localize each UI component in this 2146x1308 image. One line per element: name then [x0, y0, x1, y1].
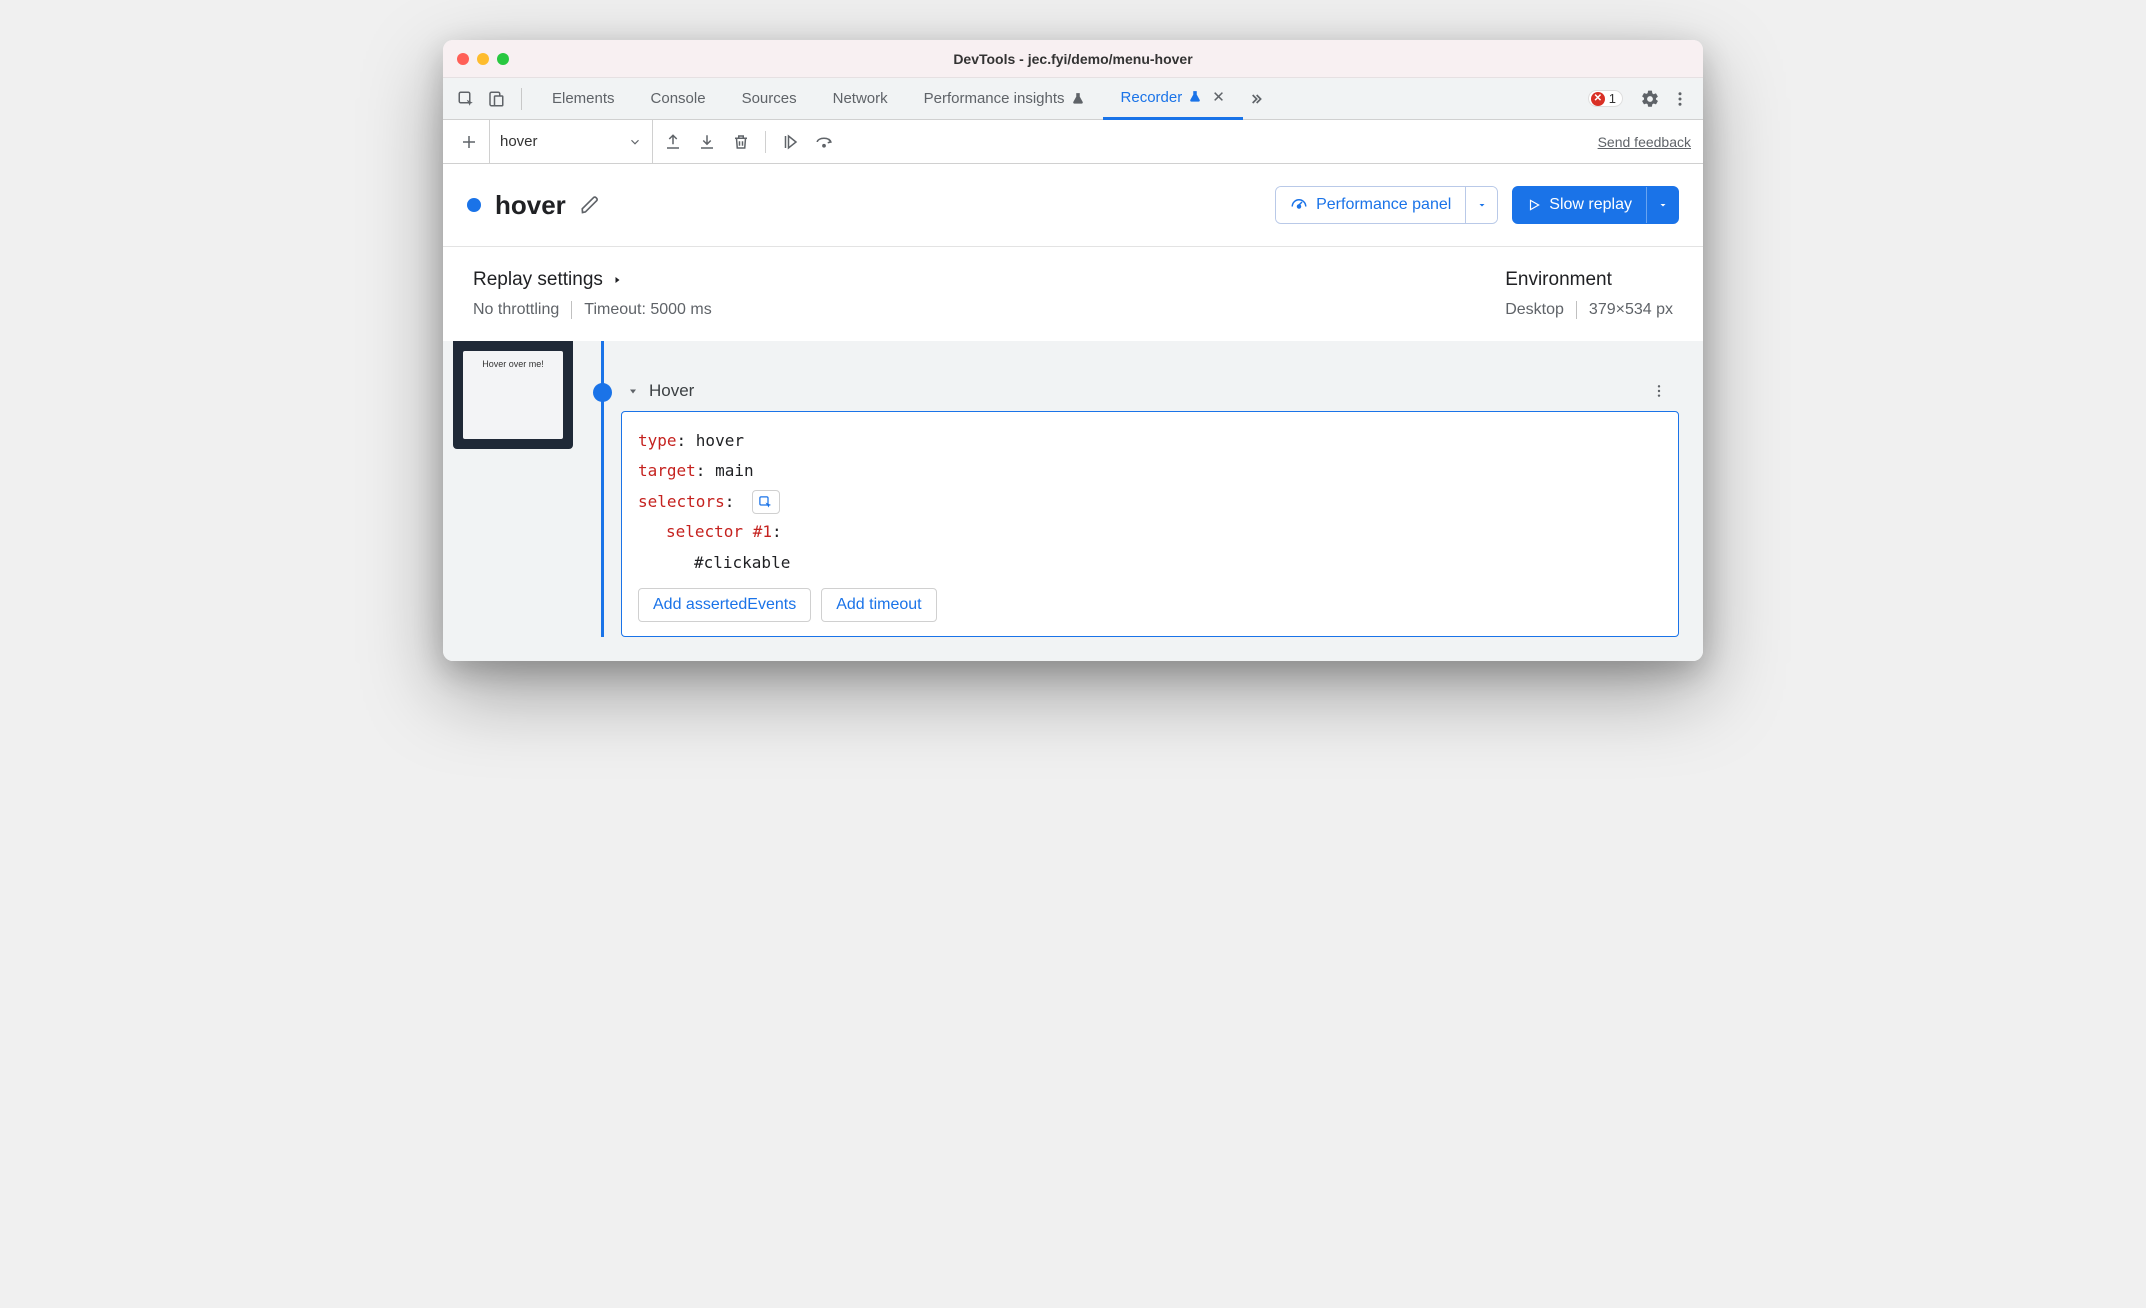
send-feedback-link[interactable]: Send feedback — [1598, 134, 1691, 150]
performance-panel-main[interactable]: Performance panel — [1276, 187, 1465, 223]
device-toggle-icon[interactable] — [483, 86, 509, 112]
environment-col: Environment Desktop 379×534 px — [1505, 269, 1673, 319]
overflow-tabs-icon[interactable] — [1243, 86, 1269, 112]
maximize-window-button[interactable] — [497, 53, 509, 65]
kebab-menu-icon[interactable] — [1667, 86, 1693, 112]
selector-value[interactable]: #clickable — [694, 553, 790, 572]
chevron-right-icon — [611, 274, 623, 286]
tab-recorder[interactable]: Recorder ✕ — [1103, 78, 1243, 120]
replay-settings-meta: No throttling Timeout: 5000 ms — [473, 301, 712, 319]
delete-icon[interactable] — [727, 128, 755, 156]
panel-tabs: Elements Console Sources Network Perform… — [534, 78, 1269, 120]
play-icon — [1527, 198, 1541, 212]
gauge-icon — [1290, 196, 1308, 214]
tab-sources[interactable]: Sources — [724, 78, 815, 120]
viewport-value: 379×534 px — [1589, 301, 1673, 319]
tab-elements[interactable]: Elements — [534, 78, 633, 120]
replay-settings-label[interactable]: Replay settings — [473, 269, 712, 291]
field-key[interactable]: selectors — [638, 492, 725, 511]
recording-indicator-icon — [467, 198, 481, 212]
recorder-toolbar: hover Send feedback — [443, 120, 1703, 164]
step-body: type: hover target: main selectors: sele… — [621, 411, 1679, 637]
add-timeout-button[interactable]: Add timeout — [821, 588, 936, 622]
add-asserted-events-button[interactable]: Add assertedEvents — [638, 588, 811, 622]
settings-gear-icon[interactable] — [1637, 86, 1663, 112]
timeout-value: Timeout: 5000 ms — [584, 301, 711, 319]
titlebar: DevTools - jec.fyi/demo/menu-hover — [443, 40, 1703, 78]
new-recording-button[interactable] — [455, 128, 483, 156]
inspect-icon[interactable] — [453, 86, 479, 112]
step: Hover type: hover target: main selectors… — [621, 371, 1679, 637]
replay-main[interactable]: Slow replay — [1513, 187, 1646, 223]
replay-settings-col: Replay settings No throttling Timeout: 5… — [473, 269, 712, 319]
export-icon[interactable] — [659, 128, 687, 156]
tab-console[interactable]: Console — [633, 78, 724, 120]
settings-row: Replay settings No throttling Timeout: 5… — [443, 247, 1703, 341]
performance-panel-caret[interactable] — [1465, 187, 1497, 223]
divider — [765, 131, 766, 153]
timeline: Hover over me! Hover type: hover ta — [443, 341, 1703, 661]
step-thumbnail[interactable]: Hover over me! — [453, 341, 573, 637]
device-value: Desktop — [1505, 301, 1564, 319]
tab-strip: Elements Console Sources Network Perform… — [443, 78, 1703, 120]
recording-title: hover — [495, 190, 566, 221]
selector-picker-icon[interactable] — [752, 490, 780, 514]
chevron-down-icon — [628, 135, 642, 149]
field-key[interactable]: target — [638, 461, 696, 480]
timeline-node[interactable] — [593, 383, 612, 402]
continue-icon[interactable] — [776, 128, 804, 156]
window-controls — [443, 53, 509, 65]
collapse-icon[interactable] — [627, 385, 639, 397]
error-count: 1 — [1609, 91, 1616, 106]
field-value[interactable]: main — [715, 461, 754, 480]
thumbnail-content: Hover over me! — [463, 351, 563, 439]
add-buttons: Add assertedEvents Add timeout — [638, 588, 1662, 622]
import-icon[interactable] — [693, 128, 721, 156]
tab-performance-insights[interactable]: Performance insights — [906, 78, 1103, 120]
field-key[interactable]: type — [638, 431, 677, 450]
recording-header: hover Performance panel Slow replay — [443, 164, 1703, 247]
replay-button: Slow replay — [1512, 186, 1679, 224]
minimize-window-button[interactable] — [477, 53, 489, 65]
divider — [521, 88, 522, 110]
devtools-window: DevTools - jec.fyi/demo/menu-hover Eleme… — [443, 40, 1703, 661]
environment-label: Environment — [1505, 269, 1612, 291]
throttling-value: No throttling — [473, 301, 559, 319]
environment-meta: Desktop 379×534 px — [1505, 301, 1673, 319]
close-tab-icon[interactable]: ✕ — [1212, 88, 1225, 106]
flask-icon — [1188, 90, 1202, 104]
performance-panel-button: Performance panel — [1275, 186, 1498, 224]
replay-caret[interactable] — [1646, 187, 1678, 223]
flask-icon — [1071, 92, 1085, 106]
window-title: DevTools - jec.fyi/demo/menu-hover — [443, 51, 1703, 67]
step-header[interactable]: Hover — [621, 371, 1679, 411]
error-icon: ✕ — [1591, 92, 1605, 106]
field-key[interactable]: selector #1 — [666, 522, 772, 541]
step-over-icon[interactable] — [810, 128, 838, 156]
recording-select[interactable]: hover — [489, 120, 653, 163]
edit-title-icon[interactable] — [580, 195, 600, 215]
close-window-button[interactable] — [457, 53, 469, 65]
tab-network[interactable]: Network — [815, 78, 906, 120]
step-menu-icon[interactable] — [1651, 383, 1673, 399]
timeline-track: Hover type: hover target: main selectors… — [585, 341, 1679, 637]
error-count-badge[interactable]: ✕ 1 — [1588, 90, 1623, 107]
field-value[interactable]: hover — [696, 431, 744, 450]
step-title: Hover — [649, 381, 694, 401]
